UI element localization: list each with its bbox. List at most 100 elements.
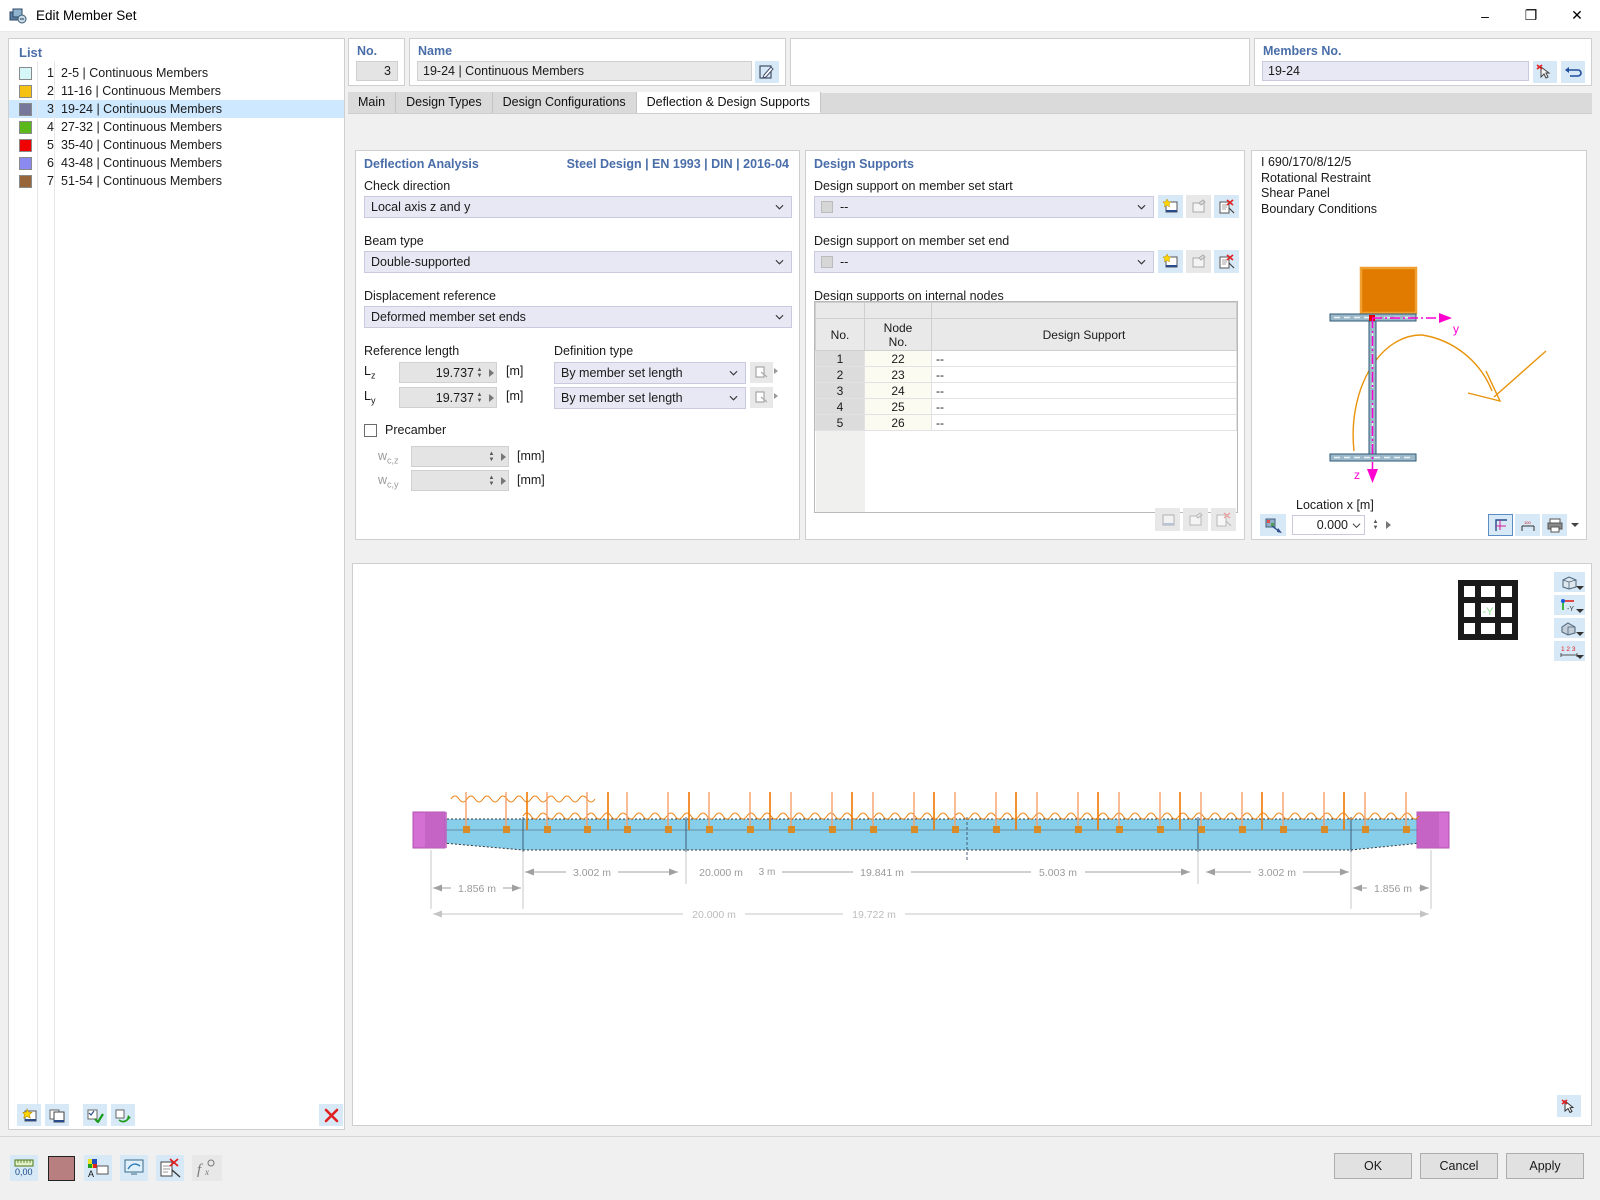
refresh-member-set-icon[interactable]: [111, 1104, 135, 1126]
display-properties-icon[interactable]: A: [84, 1155, 112, 1181]
units-settings-icon[interactable]: 0,00: [10, 1155, 38, 1181]
pick-members-icon[interactable]: [1533, 61, 1557, 83]
list-item-index: 4: [47, 120, 54, 134]
new-end-support-icon[interactable]: [1158, 250, 1183, 273]
lz-input[interactable]: 19.737 ▲ ▼: [399, 362, 497, 383]
clear-start-support-icon[interactable]: [1214, 195, 1239, 218]
displacement-reference-select[interactable]: Deformed member set ends: [364, 306, 792, 328]
ly-definition-type-value: By member set length: [561, 391, 683, 405]
table-row[interactable]: 5 26 --: [815, 414, 1237, 431]
apply-button[interactable]: Apply: [1506, 1153, 1584, 1179]
clear-end-support-icon[interactable]: [1214, 250, 1239, 273]
check-direction-value: Local axis z and y: [371, 200, 471, 214]
cell-node[interactable]: 22: [864, 350, 932, 367]
svg-text:100: 100: [1524, 520, 1531, 525]
tab-design-configurations[interactable]: Design Configurations: [492, 92, 637, 113]
maximize-button[interactable]: ❐: [1508, 0, 1554, 32]
cell-support[interactable]: --: [931, 382, 1237, 399]
precamber-checkbox-row[interactable]: Precamber: [364, 423, 446, 437]
close-button[interactable]: ✕: [1554, 0, 1600, 32]
list-item[interactable]: 5 35-40 | Continuous Members: [9, 136, 344, 154]
new-member-set-icon[interactable]: [17, 1104, 41, 1126]
cell-node[interactable]: 26: [864, 414, 932, 431]
minimize-button[interactable]: –: [1462, 0, 1508, 32]
check-direction-select[interactable]: Local axis z and y: [364, 196, 792, 218]
design-supports-group-title: Design Supports: [814, 157, 915, 171]
swap-members-icon[interactable]: [1561, 61, 1585, 83]
coordinate-axes-icon[interactable]: -Y: [1554, 595, 1585, 615]
render-mode-icon[interactable]: [1260, 514, 1286, 536]
table-row[interactable]: 1 22 --: [815, 350, 1237, 367]
name-row: 19-24 | Continuous Members: [417, 61, 779, 83]
ly-definition-type-select[interactable]: By member set length: [554, 387, 746, 409]
list-item[interactable]: 4 27-32 | Continuous Members: [9, 118, 344, 136]
cube-axis-label: -Y: [1483, 606, 1495, 618]
location-spinner[interactable]: ▲ ▼: [1371, 516, 1380, 534]
list-item-index: 2: [47, 84, 54, 98]
cell-support[interactable]: --: [931, 350, 1237, 367]
list-item[interactable]: 6 43-48 | Continuous Members: [9, 154, 344, 172]
th-node-line1: Node: [883, 320, 913, 335]
new-start-support-icon[interactable]: [1158, 195, 1183, 218]
view-settings-icon[interactable]: [120, 1155, 148, 1181]
ly-definition-options-icon: [750, 387, 773, 408]
support-end-label: Design support on member set end: [814, 234, 1010, 248]
table-row[interactable]: 2 23 --: [815, 366, 1237, 383]
print-preview-icon[interactable]: [1542, 514, 1567, 536]
ly-step-icon[interactable]: [489, 393, 494, 402]
tab-design-types[interactable]: Design Types: [396, 92, 493, 113]
ly-unit: [m]: [506, 389, 524, 403]
model-viewport[interactable]: 3.002 m 20.000 m 3 m 19.841 m 5.003 m 3.…: [352, 563, 1592, 1126]
render-style-icon[interactable]: [1554, 618, 1585, 638]
check-member-set-icon[interactable]: [83, 1104, 107, 1126]
delete-member-set-icon[interactable]: [319, 1104, 343, 1126]
cross-section-preview[interactable]: y z: [1254, 221, 1586, 493]
name-input[interactable]: 19-24 | Continuous Members: [417, 61, 752, 81]
preview-toolbar-dropdown-arrow[interactable]: [1569, 514, 1580, 536]
viewport-clear-selection-icon[interactable]: [1557, 1095, 1581, 1117]
show-axes-icon[interactable]: [1488, 514, 1513, 536]
color-preview-swatch[interactable]: [46, 1154, 76, 1182]
table-row[interactable]: 4 25 --: [815, 398, 1237, 415]
show-dimensions-icon[interactable]: 100: [1515, 514, 1540, 536]
lz-definition-type-select[interactable]: By member set length: [554, 362, 746, 384]
precamber-checkbox[interactable]: [364, 423, 377, 437]
location-input[interactable]: 0.000: [1292, 515, 1365, 535]
copy-member-set-icon[interactable]: [45, 1104, 69, 1126]
list-item[interactable]: 1 2-5 | Continuous Members: [9, 64, 344, 82]
table-row[interactable]: 3 24 --: [815, 382, 1237, 399]
members-input[interactable]: 19-24: [1262, 61, 1529, 81]
clear-all-icon[interactable]: [156, 1155, 184, 1181]
list-item-index: 5: [47, 138, 54, 152]
cancel-button[interactable]: Cancel: [1420, 1153, 1498, 1179]
ly-spinner[interactable]: ▲ ▼: [475, 390, 484, 406]
cell-node[interactable]: 24: [864, 382, 932, 399]
location-step-icon[interactable]: [1386, 521, 1391, 529]
support-end-select[interactable]: --: [814, 251, 1154, 273]
list-item[interactable]: 7 51-54 | Continuous Members: [9, 172, 344, 190]
support-start-color-swatch: [821, 201, 833, 213]
tab-deflection-design-supports[interactable]: Deflection & Design Supports: [636, 92, 821, 113]
design-supports-group: Design Supports Design support on member…: [805, 150, 1245, 540]
cell-node[interactable]: 25: [864, 398, 932, 415]
ly-input[interactable]: 19.737 ▲ ▼: [399, 387, 497, 408]
lz-spinner[interactable]: ▲ ▼: [475, 365, 484, 381]
list-item-selected[interactable]: 3 19-24 | Continuous Members: [9, 100, 344, 118]
cell-node[interactable]: 23: [864, 366, 932, 383]
wcz-symbol: wc,z: [378, 449, 399, 466]
design-standard-label: Steel Design | EN 1993 | DIN | 2016-04: [566, 157, 789, 171]
orientation-cube[interactable]: -Y: [1457, 579, 1519, 641]
view-mode-icon[interactable]: [1554, 572, 1585, 592]
edit-name-icon[interactable]: [755, 61, 779, 83]
cell-support[interactable]: --: [931, 398, 1237, 415]
cell-support[interactable]: --: [931, 366, 1237, 383]
internal-nodes-table[interactable]: No. Node No. Design Support 1 22 -- 2 23…: [814, 301, 1238, 513]
list-item[interactable]: 2 11-16 | Continuous Members: [9, 82, 344, 100]
numbering-icon[interactable]: 1 2 3: [1554, 641, 1585, 661]
tab-main[interactable]: Main: [348, 92, 397, 113]
cell-support[interactable]: --: [931, 414, 1237, 431]
lz-step-icon[interactable]: [489, 368, 494, 377]
ok-button[interactable]: OK: [1334, 1153, 1412, 1179]
support-start-select[interactable]: --: [814, 196, 1154, 218]
beam-type-select[interactable]: Double-supported: [364, 251, 792, 273]
